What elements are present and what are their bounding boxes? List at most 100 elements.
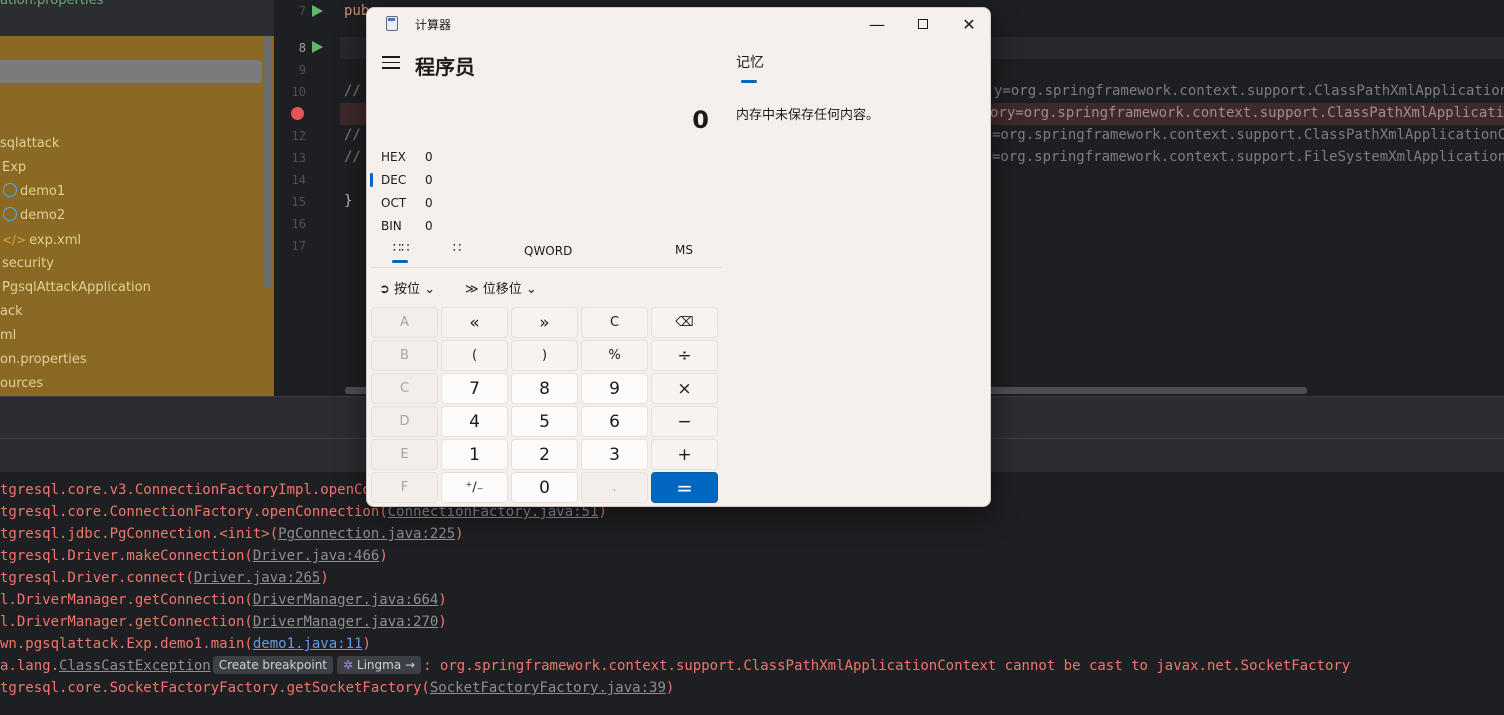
key-right-paren[interactable]: ) xyxy=(511,340,578,371)
bitwise-icon: ➲ xyxy=(379,282,390,297)
tree-item-ack[interactable]: ack xyxy=(0,300,23,324)
close-icon: ✕ xyxy=(962,14,976,34)
memory-store-button[interactable]: MS xyxy=(675,243,693,257)
key-decimal[interactable]: . xyxy=(581,472,648,503)
backspace-icon[interactable]: ⌫ xyxy=(651,307,718,338)
chevron-down-icon: ⌄ xyxy=(424,282,436,297)
calculator-app-icon xyxy=(386,16,398,31)
key-multiply[interactable]: × xyxy=(651,373,718,404)
key-c-hex[interactable]: C xyxy=(371,373,438,404)
key-7[interactable]: 7 xyxy=(441,373,508,404)
window-title: 计算器 xyxy=(415,18,452,32)
run-console[interactable]: tgresql.core.v3.ConnectionFactoryImpl.op… xyxy=(0,472,1504,715)
breakpoint-icon[interactable] xyxy=(291,107,304,120)
memory-title[interactable]: 记忆 xyxy=(736,52,764,72)
hamburger-menu-icon[interactable] xyxy=(382,56,400,70)
key-e[interactable]: E xyxy=(371,439,438,470)
key-right-shift[interactable]: » xyxy=(511,307,578,338)
stack-link[interactable]: demo1.java:11 xyxy=(253,636,363,652)
key-f[interactable]: F xyxy=(371,472,438,503)
project-top-file[interactable]: ation.properties xyxy=(0,0,103,8)
key-modulo[interactable]: % xyxy=(581,340,648,371)
key-clear[interactable]: C xyxy=(581,307,648,338)
calculator-window[interactable]: 计算器 — ✕ 程序员 0 HEX 0 DEC 0 OCT 0 BIN 0 ∷∷ ∷ Q… xyxy=(366,7,991,507)
key-5[interactable]: 5 xyxy=(511,406,578,437)
line-number: 13 xyxy=(291,151,306,165)
memory-tab-indicator xyxy=(741,80,757,83)
code-line-10-tail: y=org.springframework.context.support.Cl… xyxy=(994,83,1504,99)
exception-line: a.lang.ClassCastException Create breakpoi… xyxy=(0,656,1351,674)
exception-class-link[interactable]: ClassCastException xyxy=(59,658,211,674)
calculator-titlebar[interactable]: 计算器 — ✕ xyxy=(367,8,990,40)
project-selected-row[interactable] xyxy=(0,60,262,83)
stack-link[interactable]: Driver.java:466 xyxy=(253,548,379,564)
key-1[interactable]: 1 xyxy=(441,439,508,470)
key-divide[interactable]: ÷ xyxy=(651,340,718,371)
base-row-hex[interactable]: HEX 0 xyxy=(381,146,433,168)
key-left-shift[interactable]: « xyxy=(441,307,508,338)
key-0[interactable]: 0 xyxy=(511,472,578,503)
tree-item-exp-xml[interactable]: </> exp.xml xyxy=(2,228,81,252)
key-d[interactable]: D xyxy=(371,406,438,437)
run-gutter-icon[interactable] xyxy=(312,5,323,17)
mode-title: 程序员 xyxy=(415,55,475,79)
base-row-oct[interactable]: OCT 0 xyxy=(381,192,433,214)
code-line-13: // xyxy=(344,149,361,165)
key-2[interactable]: 2 xyxy=(511,439,578,470)
console-line: l.DriverManager.getConnection(DriverMana… xyxy=(0,592,447,608)
key-a[interactable]: A xyxy=(371,307,438,338)
tree-item-resources[interactable]: ources xyxy=(0,372,43,396)
stack-link[interactable]: Driver.java:265 xyxy=(194,570,320,586)
bitwise-dropdown[interactable]: ➲ 按位 ⌄ xyxy=(379,278,435,297)
tree-item-demo2[interactable]: demo2 xyxy=(3,204,65,228)
base-row-bin[interactable]: BIN 0 xyxy=(381,215,433,237)
stack-link[interactable]: PgConnection.java:225 xyxy=(278,526,455,542)
base-row-dec[interactable]: DEC 0 xyxy=(381,169,433,191)
tree-item-pgsqlattackapplication[interactable]: PgsqlAttackApplication xyxy=(2,276,151,300)
key-negate[interactable]: ⁺∕₋ xyxy=(441,472,508,503)
stack-link[interactable]: DriverManager.java:664 xyxy=(253,592,438,608)
key-subtract[interactable]: − xyxy=(651,406,718,437)
line-number: 12 xyxy=(291,129,306,143)
tree-item-properties[interactable]: on.properties xyxy=(0,348,87,372)
run-gutter-icon[interactable] xyxy=(312,41,323,53)
word-size-button[interactable]: QWORD xyxy=(524,244,572,258)
tree-item-security[interactable]: security xyxy=(2,252,54,276)
console-line: tgresql.jdbc.PgConnection.<init>(PgConne… xyxy=(0,526,464,542)
lingma-button[interactable]: ✲ Lingma → xyxy=(337,656,422,674)
chevron-down-icon: ⌄ xyxy=(525,282,537,297)
stack-link[interactable]: DriverManager.java:270 xyxy=(253,614,438,630)
tree-item-exp[interactable]: Exp xyxy=(2,156,26,180)
key-4[interactable]: 4 xyxy=(441,406,508,437)
editor-gutter: 7 8 9 10 12 13 14 15 16 17 xyxy=(274,0,340,396)
stack-link[interactable]: SocketFactoryFactory.java:39 xyxy=(430,680,666,696)
key-3[interactable]: 3 xyxy=(581,439,648,470)
console-line: tgresql.core.v3.ConnectionFactoryImpl.op… xyxy=(0,482,388,498)
minimize-button[interactable]: — xyxy=(854,8,900,40)
tree-item-ml[interactable]: ml xyxy=(0,324,16,348)
bitshift-dropdown[interactable]: ≫ 位移位 ⌄ xyxy=(465,278,537,297)
key-equals[interactable]: = xyxy=(651,472,718,503)
key-b[interactable]: B xyxy=(371,340,438,371)
code-line-12: // xyxy=(344,127,361,143)
key-8[interactable]: 8 xyxy=(511,373,578,404)
create-breakpoint-button[interactable]: Create breakpoint xyxy=(212,656,333,674)
console-line: tgresql.Driver.makeConnection(Driver.jav… xyxy=(0,548,388,564)
bit-toggle-keypad-tab-icon[interactable]: ∷ xyxy=(453,241,461,256)
key-9[interactable]: 9 xyxy=(581,373,648,404)
base-selected-indicator xyxy=(370,173,373,187)
line-number: 8 xyxy=(298,41,306,55)
key-left-paren[interactable]: ( xyxy=(441,340,508,371)
tree-item-sqlattack[interactable]: sqlattack xyxy=(0,132,59,156)
code-line-11-tail: ory=org.springframework.context.support.… xyxy=(990,105,1504,121)
tree-item-demo1[interactable]: demo1 xyxy=(3,180,65,204)
full-keypad-tab-icon[interactable]: ∷∷ xyxy=(393,241,410,256)
line-number: 10 xyxy=(291,85,306,99)
line-number: 17 xyxy=(291,239,306,253)
key-add[interactable]: + xyxy=(651,439,718,470)
close-button[interactable]: ✕ xyxy=(946,8,990,40)
result-display: 0 xyxy=(692,106,709,134)
project-scrollbar[interactable] xyxy=(264,36,272,288)
maximize-button[interactable] xyxy=(900,8,946,40)
key-6[interactable]: 6 xyxy=(581,406,648,437)
